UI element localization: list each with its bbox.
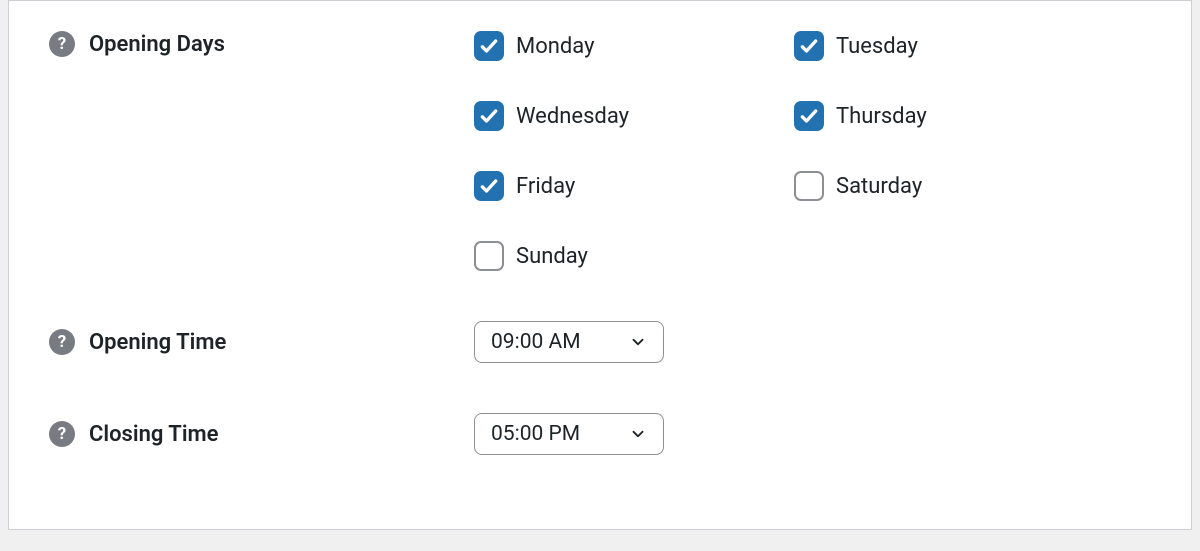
check-icon <box>799 36 819 56</box>
checkbox-label: Monday <box>516 34 595 59</box>
check-icon <box>479 176 499 196</box>
settings-panel: ? Opening Days Monday Tuesday <box>8 0 1192 530</box>
opening-time-row: ? Opening Time 09:00 AM <box>49 321 1151 363</box>
checkbox-box <box>794 101 824 131</box>
checkbox-thursday[interactable]: Thursday <box>794 101 1114 131</box>
checkbox-label: Friday <box>516 174 575 199</box>
checkbox-label: Saturday <box>836 174 922 199</box>
checkbox-box <box>474 241 504 271</box>
checkbox-label: Wednesday <box>516 104 629 129</box>
checkbox-box <box>474 171 504 201</box>
days-grid: Monday Tuesday Wednesday <box>474 31 1151 271</box>
checkbox-monday[interactable]: Monday <box>474 31 794 61</box>
opening-time-value: 09:00 AM <box>491 330 581 354</box>
checkbox-box <box>474 31 504 61</box>
opening-time-label: Opening Time <box>89 330 226 355</box>
checkbox-box <box>474 101 504 131</box>
chevron-down-icon <box>629 425 647 443</box>
checkbox-saturday[interactable]: Saturday <box>794 171 1114 201</box>
opening-days-input-col: Monday Tuesday Wednesday <box>474 31 1151 271</box>
closing-time-label: Closing Time <box>89 422 219 447</box>
checkbox-label: Sunday <box>516 244 588 269</box>
checkbox-tuesday[interactable]: Tuesday <box>794 31 1114 61</box>
checkbox-box <box>794 171 824 201</box>
checkbox-sunday[interactable]: Sunday <box>474 241 794 271</box>
closing-time-select[interactable]: 05:00 PM <box>474 413 664 455</box>
help-icon[interactable]: ? <box>49 329 75 355</box>
opening-days-label: Opening Days <box>89 32 225 57</box>
opening-time-input-col: 09:00 AM <box>474 321 1151 363</box>
check-icon <box>479 36 499 56</box>
opening-time-select[interactable]: 09:00 AM <box>474 321 664 363</box>
opening-days-label-col: ? Opening Days <box>49 31 474 57</box>
closing-time-row: ? Closing Time 05:00 PM <box>49 413 1151 455</box>
opening-days-row: ? Opening Days Monday Tuesday <box>49 31 1151 271</box>
checkbox-label: Tuesday <box>836 34 918 59</box>
closing-time-label-col: ? Closing Time <box>49 421 474 447</box>
chevron-down-icon <box>629 333 647 351</box>
checkbox-box <box>794 31 824 61</box>
closing-time-input-col: 05:00 PM <box>474 413 1151 455</box>
checkbox-wednesday[interactable]: Wednesday <box>474 101 794 131</box>
checkbox-label: Thursday <box>836 104 927 129</box>
help-icon[interactable]: ? <box>49 421 75 447</box>
checkbox-friday[interactable]: Friday <box>474 171 794 201</box>
check-icon <box>479 106 499 126</box>
help-icon[interactable]: ? <box>49 31 75 57</box>
closing-time-value: 05:00 PM <box>491 422 580 446</box>
check-icon <box>799 106 819 126</box>
opening-time-label-col: ? Opening Time <box>49 329 474 355</box>
